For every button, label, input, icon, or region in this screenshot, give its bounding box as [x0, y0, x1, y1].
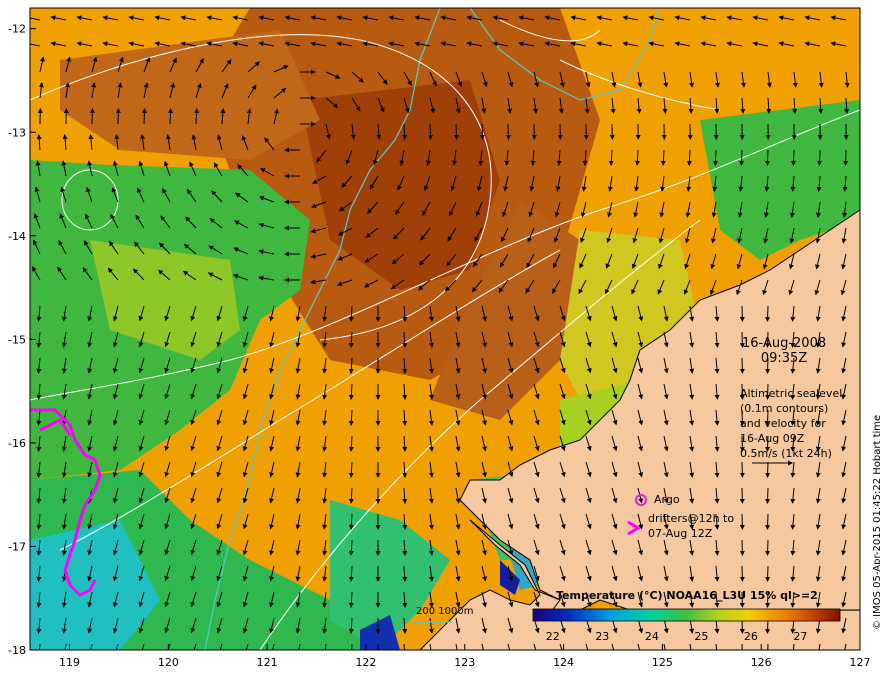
- lat-tick-label: -15: [8, 333, 26, 346]
- altimetry-line1: Altimetric sealevel: [740, 387, 843, 400]
- lon-tick-label: 120: [158, 656, 179, 669]
- altimetry-line5: 0.5m/s (1kt 24h): [740, 447, 832, 460]
- argo-legend-label: Argo: [654, 493, 680, 506]
- lon-tick-label: 125: [652, 656, 673, 669]
- lon-tick-label: 126: [751, 656, 772, 669]
- lon-tick-label: 124: [553, 656, 574, 669]
- date-line1: 16-Aug-2008: [742, 336, 827, 351]
- lon-tick-label: 121: [257, 656, 278, 669]
- altimetry-line4: 16-Aug 09Z: [740, 432, 805, 445]
- lat-tick-label: -14: [8, 230, 26, 243]
- colorbar-tick-label: 27: [793, 630, 808, 643]
- velocity-arrow: [168, 108, 174, 125]
- velocity-arrow: [428, 123, 434, 140]
- date-line2: 09:35Z: [760, 351, 808, 366]
- drifter-legend: drifters@12h to 07-Aug 12Z: [648, 511, 734, 541]
- lat-tick-label: -18: [8, 644, 26, 657]
- lat-tick-label: -13: [8, 126, 26, 139]
- colorbar-tick-label: 24: [644, 630, 659, 643]
- colorbar-tick-label: 23: [595, 630, 610, 643]
- colorbar: [532, 608, 841, 622]
- velocity-arrow: [739, 149, 745, 166]
- colorbar-title: Temperature (°C) NOAA16_L3U 15% ql>=2: [556, 589, 818, 602]
- lon-tick-label: 119: [59, 656, 80, 669]
- lon-tick-label: 123: [454, 656, 475, 669]
- altimetry-line3: and velocity for: [740, 417, 826, 430]
- velocity-arrow: [843, 149, 849, 166]
- velocity-arrow: [141, 108, 147, 125]
- velocity-arrow: [453, 123, 459, 140]
- lat-tick-label: -17: [8, 540, 26, 553]
- lon-tick-label: 127: [850, 656, 871, 669]
- velocity-arrow: [765, 149, 771, 166]
- altimetry-note: Altimetric sealevel (0.1m contours) and …: [740, 386, 842, 461]
- velocity-arrow: [817, 149, 823, 166]
- credit-label: © IMOS 05-Apr-2015 01:45:22 Hobart time: [872, 414, 880, 630]
- depth-legend-label: 200 1000m: [416, 606, 474, 617]
- altimetry-line2: (0.1m contours): [740, 402, 829, 415]
- colorbar-tick-label: 25: [694, 630, 709, 643]
- velocity-arrow: [712, 149, 718, 166]
- velocity-arrow: [791, 149, 797, 166]
- lon-tick-label: 122: [355, 656, 376, 669]
- drifter-legend-line1: drifters@12h to: [648, 512, 735, 525]
- lat-tick-label: -16: [8, 437, 26, 450]
- date-label: 16-Aug-2008 09:35Z: [742, 336, 826, 366]
- drifter-legend-line2: 07-Aug 12Z: [648, 527, 713, 540]
- colorbar-tick-label: 22: [545, 630, 560, 643]
- lat-tick-label: -12: [8, 23, 26, 36]
- colorbar-tick-label: 26: [743, 630, 758, 643]
